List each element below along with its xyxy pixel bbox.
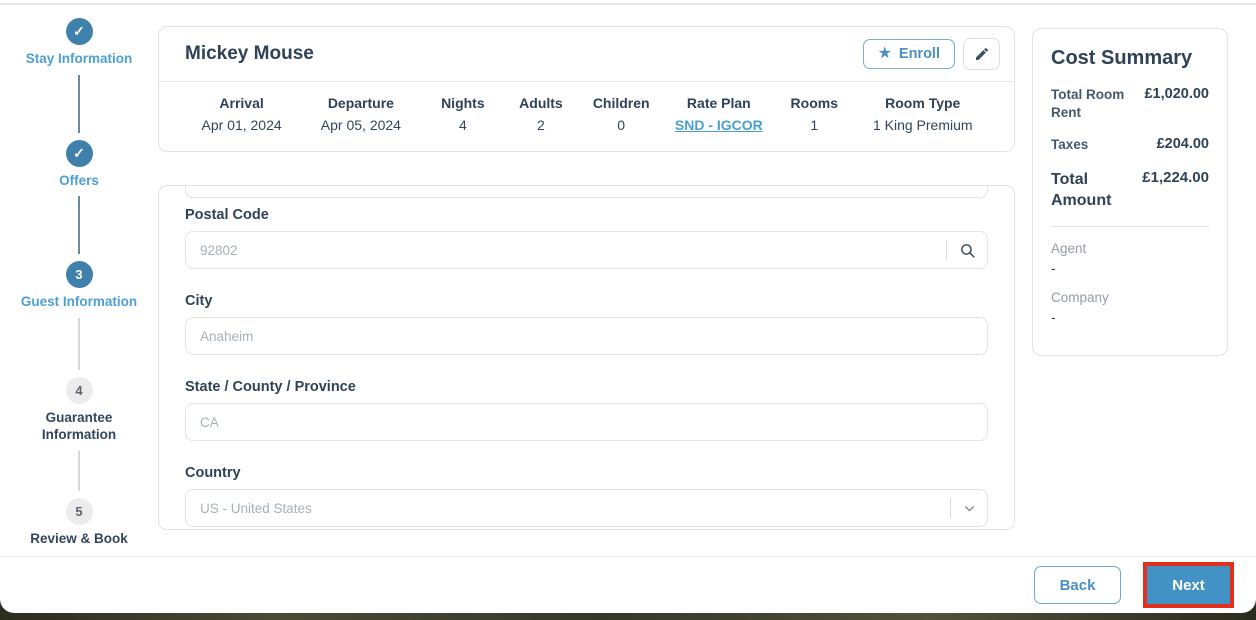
detail-adults: Adults 2 xyxy=(519,95,563,133)
stepper-step-guest-information[interactable]: 3 Guest Information xyxy=(20,261,138,311)
state-input[interactable] xyxy=(185,403,988,441)
postal-code-input[interactable] xyxy=(185,231,988,269)
stepper-step-offers[interactable]: ✓ Offers xyxy=(20,139,138,190)
step-complete-circle: ✓ xyxy=(65,139,93,167)
detail-room-type: Room Type 1 King Premium xyxy=(872,95,973,133)
guest-reservation-card: Mickey Mouse ★ Enroll Arrival Apr 01, 20… xyxy=(158,26,1015,152)
detail-departure: Departure Apr 05, 2024 xyxy=(320,95,401,133)
stepper-connector xyxy=(78,74,80,133)
company-value: - xyxy=(1051,308,1056,325)
cost-summary-title: Cost Summary xyxy=(1051,47,1193,69)
country-select[interactable] xyxy=(185,489,988,527)
city-input[interactable] xyxy=(185,317,988,355)
star-icon: ★ xyxy=(877,45,892,62)
stepper-step-guarantee-information[interactable]: 4 Guarantee Information xyxy=(20,376,138,444)
taxes-row: Taxes £204.00 xyxy=(1051,136,1209,153)
step-label: Stay Information xyxy=(25,51,133,66)
agent-label: Agent xyxy=(1051,240,1087,256)
footer-divider xyxy=(0,556,1256,557)
stepper-step-review-book[interactable]: 5 Review & Book xyxy=(20,497,138,548)
input-divider xyxy=(950,498,951,518)
scrolled-partial-input xyxy=(185,186,988,198)
step-label: Guest Information xyxy=(20,294,138,310)
detail-rooms: Rooms 1 xyxy=(790,95,838,133)
detail-children: Children 0 xyxy=(592,95,650,133)
step-number-circle: 5 xyxy=(65,497,93,525)
city-label: City xyxy=(185,293,213,309)
pencil-icon xyxy=(974,46,990,62)
check-icon: ✓ xyxy=(73,23,85,39)
step-complete-circle: ✓ xyxy=(65,18,93,45)
input-divider xyxy=(946,240,947,260)
back-button[interactable]: Back xyxy=(1034,566,1121,604)
edit-guest-button[interactable] xyxy=(963,38,1000,70)
country-dropdown-button[interactable] xyxy=(963,502,976,515)
country-label: Country xyxy=(185,465,241,481)
chevron-down-icon xyxy=(963,502,976,515)
search-icon xyxy=(959,242,976,259)
booking-stepper: ✓ Stay Information ✓ Offers 3 Guest Info… xyxy=(0,18,158,547)
total-room-rent-row: Total Room Rent £1,020.00 xyxy=(1051,86,1209,121)
step-label: Offers xyxy=(59,172,99,188)
postal-code-search-button[interactable] xyxy=(959,242,976,259)
annotation-highlight-box: Next xyxy=(1143,562,1234,608)
stepper-connector xyxy=(78,196,80,255)
state-county-province-label: State / County / Province xyxy=(185,379,356,395)
detail-nights: Nights 4 xyxy=(441,95,485,133)
step-number-circle: 4 xyxy=(65,376,93,404)
detail-arrival: Arrival Apr 01, 2024 xyxy=(201,95,282,133)
step-label: Review & Book xyxy=(30,530,128,546)
stepper-connector xyxy=(78,450,80,491)
main-sheet: ✓ Stay Information ✓ Offers 3 Guest Info… xyxy=(0,0,1256,613)
guest-information-form-card: Postal Code City State / County / Provin… xyxy=(158,185,1015,530)
total-amount-row: Total Amount £1,224.00 xyxy=(1051,168,1209,210)
agent-value: - xyxy=(1051,259,1056,276)
postal-code-label: Postal Code xyxy=(185,207,269,223)
stepper-step-stay-information[interactable]: ✓ Stay Information xyxy=(20,18,138,68)
rate-plan-link[interactable]: SND - IGCOR xyxy=(675,117,763,133)
step-label: Guarantee Information xyxy=(41,409,117,443)
guest-name: Mickey Mouse xyxy=(185,43,314,64)
stepper-connector xyxy=(78,317,80,370)
enroll-button[interactable]: ★ Enroll xyxy=(862,39,955,69)
reservation-details-row: Arrival Apr 01, 2024 Departure Apr 05, 2… xyxy=(159,82,1014,151)
summary-divider xyxy=(1051,225,1209,227)
enroll-button-label: Enroll xyxy=(898,46,940,62)
step-number-circle: 3 xyxy=(65,261,93,289)
top-divider xyxy=(0,3,1256,5)
check-icon: ✓ xyxy=(73,144,85,161)
detail-rate-plan: Rate Plan SND - IGCOR xyxy=(674,95,763,133)
company-label: Company xyxy=(1051,289,1109,305)
next-button[interactable]: Next xyxy=(1147,566,1230,604)
cost-summary-card: Cost Summary Total Room Rent £1,020.00 T… xyxy=(1032,28,1228,356)
